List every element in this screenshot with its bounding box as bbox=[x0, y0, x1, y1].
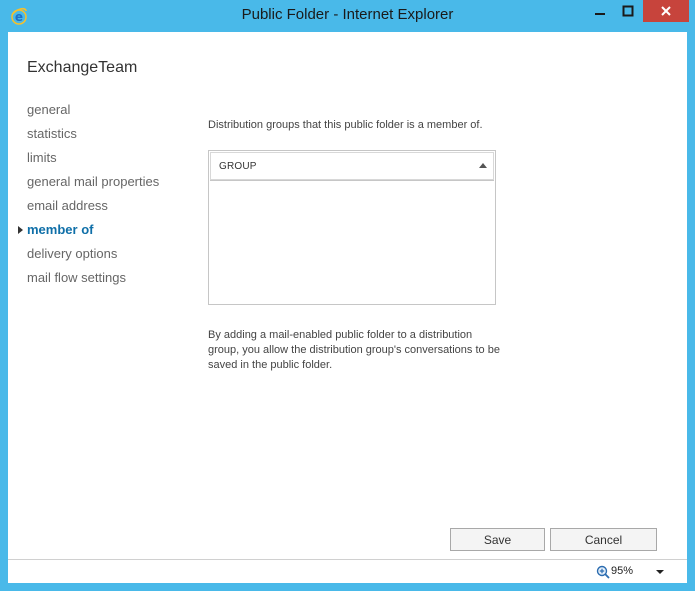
minimize-button[interactable] bbox=[586, 0, 613, 22]
column-header-group[interactable]: GROUP bbox=[210, 152, 494, 180]
close-icon bbox=[661, 6, 671, 16]
nav-item-member-of[interactable]: member of bbox=[18, 222, 159, 246]
status-bar: 95% bbox=[8, 559, 687, 583]
section-nav: general statistics limits general mail p… bbox=[18, 102, 159, 294]
close-button[interactable] bbox=[643, 0, 689, 22]
sort-ascending-icon bbox=[479, 163, 487, 168]
chevron-down-icon[interactable] bbox=[656, 570, 664, 574]
column-header-label: GROUP bbox=[219, 161, 257, 172]
nav-item-email-address[interactable]: email address bbox=[27, 198, 159, 222]
nav-item-mail-flow-settings[interactable]: mail flow settings bbox=[27, 270, 159, 294]
info-note: By adding a mail-enabled public folder t… bbox=[208, 329, 500, 371]
nav-item-statistics[interactable]: statistics bbox=[27, 126, 159, 150]
title-bar[interactable]: e Public Folder - Internet Explorer bbox=[0, 0, 695, 32]
nav-item-general[interactable]: general bbox=[27, 102, 159, 126]
zoom-icon[interactable] bbox=[596, 565, 610, 579]
grid-header: GROUP bbox=[210, 152, 494, 181]
maximize-icon bbox=[622, 5, 633, 17]
minimize-icon bbox=[594, 13, 605, 15]
browser-window: e Public Folder - Internet Explorer Exch… bbox=[0, 0, 695, 591]
nav-item-delivery-options[interactable]: delivery options bbox=[27, 246, 159, 270]
page-title: ExchangeTeam bbox=[27, 59, 138, 76]
selected-arrow-icon bbox=[18, 226, 23, 234]
zoom-level[interactable]: 95% bbox=[611, 565, 633, 577]
nav-item-general-mail-properties[interactable]: general mail properties bbox=[27, 174, 159, 198]
save-button[interactable]: Save bbox=[450, 528, 545, 551]
member-of-grid[interactable]: GROUP bbox=[208, 150, 496, 305]
maximize-button[interactable] bbox=[614, 0, 641, 22]
page-content: ExchangeTeam general statistics limits g… bbox=[8, 32, 687, 559]
nav-item-limits[interactable]: limits bbox=[27, 150, 159, 174]
cancel-button[interactable]: Cancel bbox=[550, 528, 657, 551]
nav-item-label: member of bbox=[27, 222, 94, 237]
member-of-description: Distribution groups that this public fol… bbox=[208, 119, 483, 131]
